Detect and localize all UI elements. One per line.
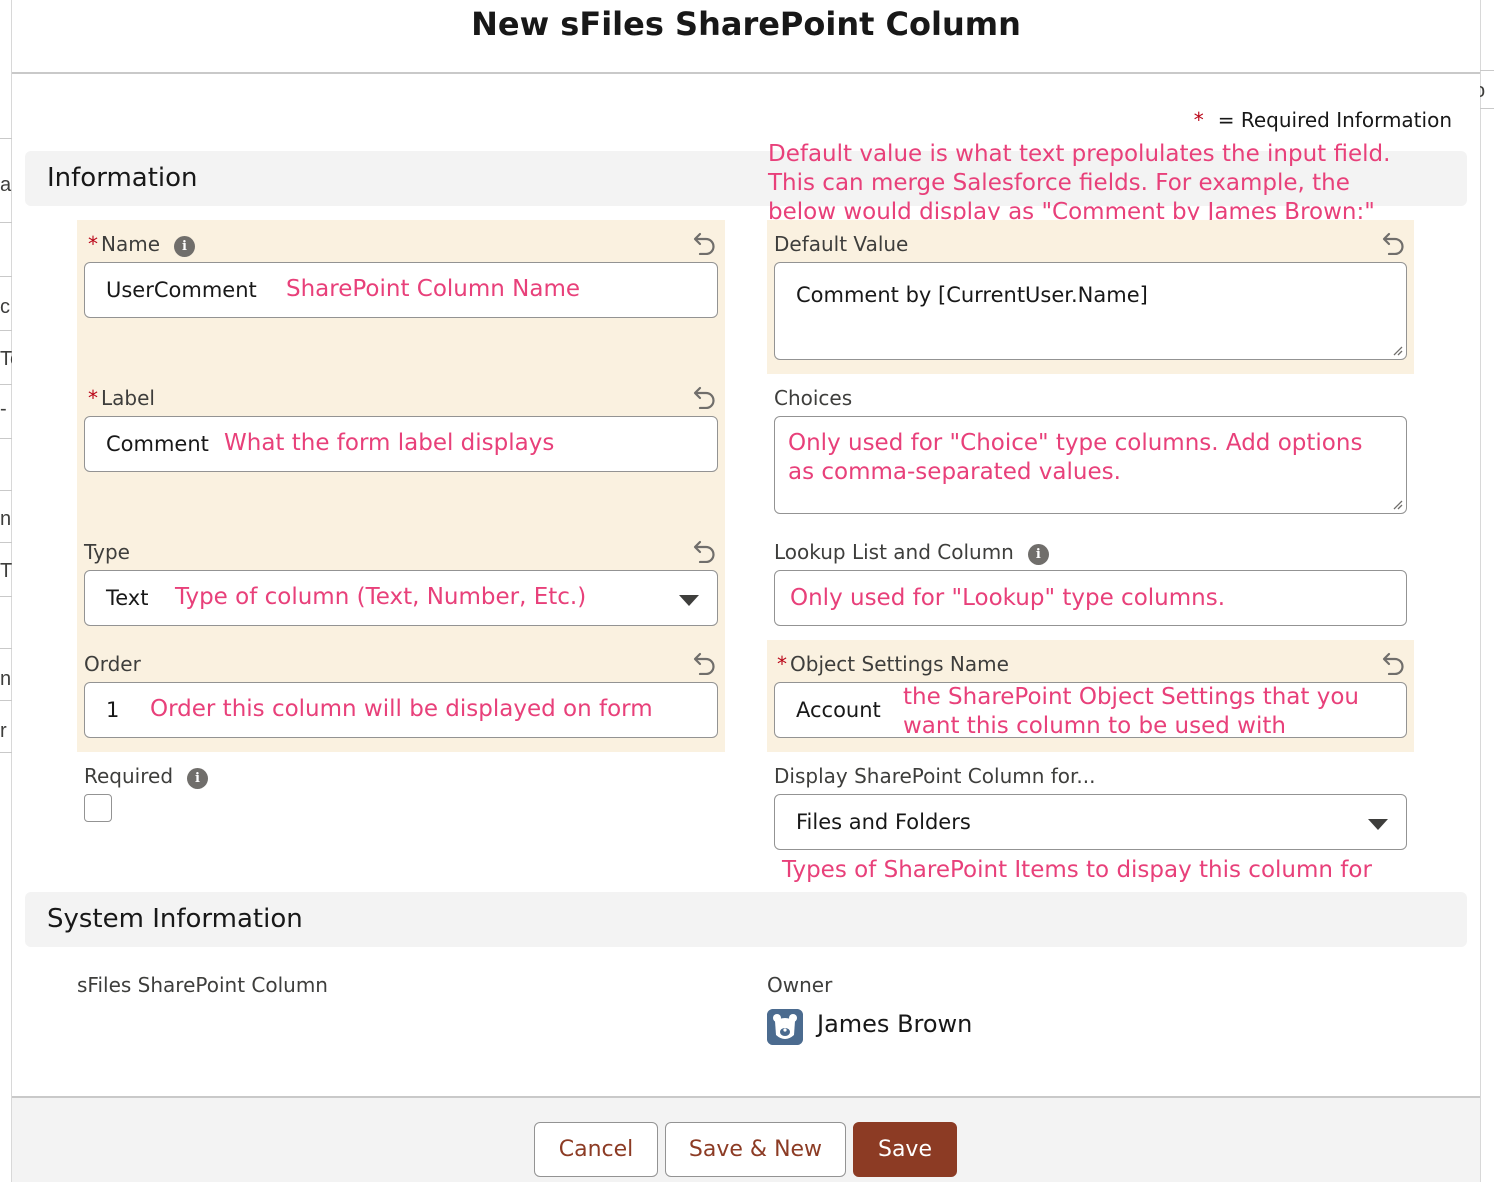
undo-icon[interactable]	[692, 649, 718, 675]
bg-divider	[1480, 108, 1494, 109]
choices-field-label: Choices	[774, 386, 852, 410]
annotation-display-for: Types of SharePoint Items to dispay this…	[782, 857, 1372, 883]
annotation-label: What the form label displays	[224, 430, 555, 456]
required-legend-text: = Required Information	[1217, 108, 1452, 132]
name-field-label: * Name i	[88, 232, 196, 257]
modal-footer: Cancel Save & New Save	[12, 1096, 1480, 1182]
info-icon[interactable]: i	[187, 768, 209, 789]
owner-label: Owner	[767, 973, 833, 997]
required-star: *	[777, 652, 787, 676]
bg-divider	[0, 384, 12, 385]
default-value-label-text: Default Value	[774, 232, 909, 256]
background-page-right	[1480, 0, 1494, 1182]
new-column-modal: New sFiles SharePoint Column * = Required…	[12, 0, 1480, 1182]
type-field-label: Type	[84, 540, 130, 564]
label-input-value: Comment	[106, 432, 209, 456]
required-legend: * = Required Information	[1194, 108, 1452, 132]
section-title-system-information: System Information	[47, 904, 303, 934]
bg-divider	[0, 490, 12, 491]
order-input-value: 1	[106, 698, 120, 722]
required-label-text: Required	[84, 764, 174, 788]
bg-divider	[0, 276, 12, 277]
default-value-textarea[interactable]: Comment by [CurrentUser.Name]	[774, 262, 1407, 360]
bg-divider	[0, 596, 12, 597]
bear-avatar-icon	[767, 1009, 803, 1045]
annotation-type: Type of column (Text, Number, Etc.)	[175, 584, 587, 610]
bg-divider	[0, 752, 12, 753]
lookup-label-text: Lookup List and Column	[774, 540, 1014, 564]
type-select-value: Text	[106, 586, 149, 610]
save-and-new-button[interactable]: Save & New	[665, 1122, 846, 1177]
annotation-object-settings-1: the SharePoint Object Settings that you	[903, 684, 1359, 710]
required-star: *	[88, 386, 98, 410]
annotation-choices-2: as comma-separated values.	[788, 459, 1121, 485]
resize-handle-icon[interactable]	[1391, 498, 1403, 510]
bg-text-fragment: o	[1480, 80, 1494, 103]
section-system-information[interactable]: System Information	[25, 892, 1467, 947]
bg-text-fragment: c	[0, 296, 10, 318]
type-label-text: Type	[84, 540, 130, 564]
display-for-select-value: Files and Folders	[796, 810, 971, 834]
display-for-field-label: Display SharePoint Column for...	[774, 764, 1096, 788]
object-settings-field-label: * Object Settings Name	[777, 652, 1009, 676]
owner-name-link[interactable]: James Brown	[817, 1010, 972, 1038]
bg-text-fragment: Te	[0, 348, 12, 370]
annotation-default-value-1: Default value is what text prepolulates …	[768, 141, 1391, 167]
undo-icon[interactable]	[1381, 229, 1407, 255]
cancel-button[interactable]: Cancel	[534, 1122, 658, 1177]
order-field-label: Order	[84, 652, 141, 676]
bg-divider	[0, 700, 12, 701]
label-field-label: * Label	[88, 386, 155, 410]
bg-divider	[1480, 70, 1494, 71]
section-title-information: Information	[47, 163, 198, 193]
info-icon[interactable]: i	[1027, 544, 1049, 565]
name-input-value: UserComment	[106, 278, 257, 302]
default-value-text: Comment by [CurrentUser.Name]	[796, 283, 1148, 307]
save-button[interactable]: Save	[853, 1122, 957, 1177]
undo-icon[interactable]	[692, 537, 718, 563]
required-star: *	[88, 232, 98, 256]
bg-divider	[0, 330, 12, 331]
bg-divider	[0, 438, 12, 439]
bg-text-fragment: T	[0, 560, 12, 582]
annotation-lookup: Only used for "Lookup" type columns.	[790, 585, 1226, 611]
bg-text-fragment: -	[0, 398, 7, 420]
annotation-object-settings-2: want this column to be used with	[903, 713, 1286, 739]
record-type-label: sFiles SharePoint Column	[77, 973, 328, 997]
object-settings-value: Account	[796, 698, 881, 722]
chevron-down-icon	[679, 595, 699, 606]
info-icon[interactable]: i	[174, 236, 196, 257]
modal-header: New sFiles SharePoint Column	[12, 0, 1480, 74]
undo-icon[interactable]	[692, 383, 718, 409]
display-for-select[interactable]: Files and Folders	[774, 794, 1407, 850]
annotation-name: SharePoint Column Name	[286, 276, 581, 302]
display-for-label-text: Display SharePoint Column for...	[774, 764, 1096, 788]
name-label-text: Name	[101, 232, 161, 256]
bg-divider	[0, 648, 12, 649]
label-label-text: Label	[101, 386, 155, 410]
required-field-label: Required i	[84, 764, 209, 789]
object-settings-label-text: Object Settings Name	[790, 652, 1009, 676]
bg-divider	[0, 222, 12, 223]
order-label-text: Order	[84, 652, 141, 676]
modal-title: New sFiles SharePoint Column	[471, 5, 1021, 43]
annotation-choices-1: Only used for "Choice" type columns. Add…	[788, 430, 1363, 456]
undo-icon[interactable]	[692, 229, 718, 255]
required-checkbox[interactable]	[84, 794, 112, 822]
bg-text-fragment: n	[0, 508, 12, 530]
resize-handle-icon[interactable]	[1391, 344, 1403, 356]
lookup-field-label: Lookup List and Column i	[774, 540, 1049, 565]
annotation-default-value-2: This can merge Salesforce fields. For ex…	[768, 170, 1350, 196]
choices-label-text: Choices	[774, 386, 853, 410]
annotation-order: Order this column will be displayed on f…	[150, 696, 653, 722]
undo-icon[interactable]	[1381, 649, 1407, 675]
bg-text-fragment: a	[0, 174, 12, 196]
chevron-down-icon	[1368, 819, 1388, 830]
bg-text-fragment: n	[0, 668, 12, 690]
default-value-field-label: Default Value	[774, 232, 908, 256]
bg-text-fragment: r	[0, 720, 7, 742]
required-star: *	[1193, 108, 1204, 132]
bg-divider	[0, 138, 12, 139]
bg-divider	[0, 542, 12, 543]
